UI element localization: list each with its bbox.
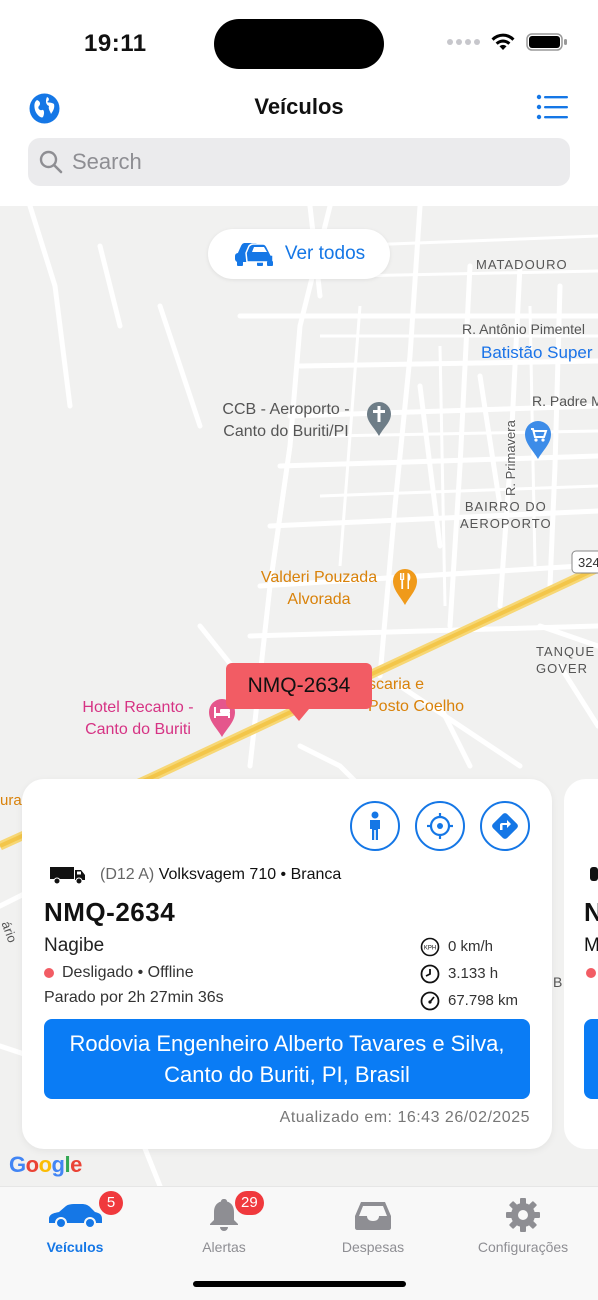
map-label-churrascaria: scaria e Posto Coelho: [368, 676, 465, 715]
speedometer-kph-icon: KPH: [420, 937, 440, 956]
vehicle-card[interactable]: (D12 A) Volksvagem 710 • Branca NMQ-2634…: [22, 779, 552, 1149]
hours-stat: 3.133 h: [420, 960, 530, 987]
map-label-matadouro: MATADOURO: [476, 257, 568, 272]
map-label-rua-antonio: R. Antônio Pimentel: [462, 321, 585, 337]
parked-duration: Parado por 2h 27min 36s: [44, 989, 224, 1006]
vehicle-code: (D12 A): [100, 866, 155, 883]
map-label-batistao: Batistão Super: [481, 343, 593, 362]
vehicle-icon: [590, 867, 598, 881]
truck-icon: [50, 867, 85, 885]
ver-todos-button[interactable]: Ver todos: [208, 229, 390, 279]
status-bar: 19:11: [0, 0, 598, 86]
wifi-icon: [491, 33, 515, 50]
map-label-tanque: TANQUE GOVER: [536, 644, 596, 676]
directions-icon: [492, 813, 518, 839]
gauge-icon: [420, 991, 440, 1010]
page-title: Veículos: [254, 94, 344, 119]
status-icons: [447, 32, 568, 52]
tray-icon: [355, 1202, 391, 1230]
tab-label-despesas: Despesas: [341, 1239, 405, 1255]
driver-button[interactable]: [350, 801, 400, 851]
next-vehicle-card[interactable]: N M: [564, 779, 598, 1149]
tab-label-alertas: Alertas: [202, 1239, 246, 1255]
odometer-value: 67.798 km: [448, 992, 519, 1009]
next-status-dot: [586, 968, 596, 978]
clock-icon: [420, 964, 440, 983]
cars-icon: [234, 243, 274, 266]
ver-todos-label: Ver todos: [284, 243, 366, 264]
svg-text:KPH: KPH: [424, 945, 436, 951]
search-input[interactable]: [72, 149, 552, 175]
speed-value: 0 km/h: [448, 938, 494, 955]
nav-header: Veículos: [0, 86, 598, 130]
crosshair-icon: [427, 813, 453, 839]
updated-timestamp: Atualizado em: 16:43 26/02/2025: [279, 1109, 530, 1126]
map-label-hotel: Hotel Recanto - Canto do Buriti: [82, 699, 194, 738]
map-label-rua-padre: R. Padre Ma: [532, 393, 598, 409]
directions-button[interactable]: [480, 801, 530, 851]
map-label-b: B: [553, 974, 563, 990]
vehicle-model: Volksvagem 710 • Branca: [158, 866, 342, 883]
search-bar: [28, 138, 570, 186]
vehicle-stats: KPH 0 km/h 3.133 h 67.798 km: [420, 933, 530, 1014]
google-logo: Google: [9, 1152, 82, 1177]
tab-configuracoes[interactable]: Configurações: [448, 1195, 598, 1255]
map-label-bairro: BAIRRO DO AEROPORTO: [460, 499, 552, 531]
gear-icon: [506, 1198, 540, 1232]
status-dot: [44, 968, 54, 978]
dynamic-island: [214, 19, 384, 69]
shopping-cart-pin-icon: [525, 421, 551, 459]
tab-despesas[interactable]: Despesas: [298, 1195, 448, 1255]
next-plate-partial: N: [584, 897, 598, 927]
tab-alertas[interactable]: 29 Alertas: [149, 1191, 299, 1255]
home-indicator: [193, 1281, 406, 1287]
map-label-valderi: Valderi Pouzada Alvorada: [260, 569, 378, 608]
cellular-signal-icon: [447, 39, 480, 45]
hours-value: 3.133 h: [448, 965, 499, 982]
person-icon: [370, 811, 380, 840]
vehicles-badge: 5: [99, 1191, 123, 1215]
tab-veiculos[interactable]: 5 Veículos: [0, 1191, 150, 1255]
map-label-rua-primavera: R. Primavera: [503, 420, 518, 496]
odometer-stat: 67.798 km: [420, 987, 530, 1014]
status-time: 19:11: [84, 30, 147, 57]
search-icon: [39, 150, 63, 174]
alerts-badge: 29: [235, 1191, 264, 1215]
tab-label-veiculos: Veículos: [46, 1239, 104, 1255]
restaurant-pin-icon: [393, 569, 417, 605]
address-button[interactable]: Rodovia Engenheiro Alberto Tavares e Sil…: [44, 1019, 530, 1099]
vehicle-status: Desligado • Offline: [44, 964, 194, 982]
battery-icon: [526, 33, 567, 51]
list-view-button[interactable]: [536, 94, 568, 120]
locate-button[interactable]: [415, 801, 465, 851]
vehicle-plate: NMQ-2634: [44, 897, 176, 927]
church-pin-icon: [367, 402, 391, 436]
next-driver-partial: M: [584, 935, 598, 956]
vehicle-info-row: (D12 A) Volksvagem 710 • Branca: [50, 865, 341, 885]
map-label-road-number: 324: [578, 555, 598, 570]
driver-name: Nagibe: [44, 935, 105, 956]
tab-label-configuracoes: Configurações: [477, 1239, 569, 1255]
map-label-left-road: ura: [0, 792, 22, 809]
map-label-ccb: CCB - Aeroporto - Canto do Buriti/PI: [222, 401, 350, 440]
list-icon: [536, 94, 568, 120]
status-text: Desligado • Offline: [62, 964, 194, 981]
next-address-button[interactable]: [584, 1019, 598, 1099]
speed-stat: KPH 0 km/h: [420, 933, 530, 960]
car-icon: [49, 1204, 102, 1229]
vehicle-map-marker[interactable]: NMQ-2634: [226, 663, 372, 721]
